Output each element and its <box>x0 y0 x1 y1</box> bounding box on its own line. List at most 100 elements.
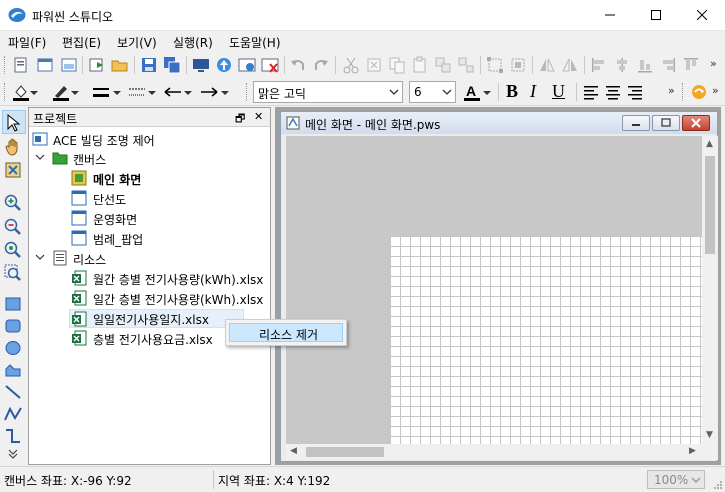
select-region-icon[interactable] <box>4 161 22 179</box>
chevron-down-icon[interactable] <box>35 152 45 162</box>
zoom-region-icon[interactable] <box>4 264 22 282</box>
tree-item-canvas[interactable]: 범례_팝업 <box>29 229 269 248</box>
vertical-scroll-thumb[interactable] <box>705 156 715 254</box>
menu-file[interactable]: 파일(F) <box>8 34 46 51</box>
group-icon[interactable] <box>434 56 452 74</box>
tree-item-resource-selected[interactable]: 일일전기사용일지.xlsx <box>69 309 244 328</box>
tree-item-canvas[interactable]: 단선도 <box>29 189 269 208</box>
doc-close-button[interactable] <box>682 115 710 131</box>
remove-resource-menu-item[interactable]: 리소스 제거 <box>229 323 343 342</box>
rectangle-tool-icon[interactable] <box>4 295 22 313</box>
polygon-tool-icon[interactable] <box>4 361 22 379</box>
scroll-right-icon[interactable]: ▶ <box>689 446 696 456</box>
connector-tool-icon[interactable] <box>4 427 22 445</box>
dropdown-arrow-icon[interactable] <box>148 83 156 101</box>
font-size-select[interactable]: 6 <box>409 81 456 103</box>
toolbar-overflow-icon[interactable]: » <box>668 84 675 97</box>
text-align-center-icon[interactable] <box>604 83 622 101</box>
line-width-icon[interactable] <box>92 83 110 101</box>
rounded-rect-tool-icon[interactable] <box>4 317 22 335</box>
text-align-right-icon[interactable] <box>626 83 644 101</box>
menu-run[interactable]: 실행(R) <box>173 34 213 51</box>
ellipse-tool-icon[interactable] <box>4 339 22 357</box>
horizontal-scroll-thumb[interactable] <box>306 447 384 457</box>
dropdown-arrow-icon[interactable] <box>221 83 229 101</box>
monitor-run-icon[interactable] <box>192 56 210 74</box>
pointer-tool-icon[interactable] <box>4 114 22 132</box>
zoom-in-icon[interactable] <box>4 194 22 212</box>
align-bottom-icon[interactable] <box>636 56 654 74</box>
align-center-icon[interactable] <box>613 56 631 74</box>
align-right-icon[interactable] <box>659 56 677 74</box>
panel-close-button[interactable]: ✕ <box>254 110 263 123</box>
copy-icon[interactable] <box>388 56 406 74</box>
toolbar-grip[interactable] <box>4 56 7 74</box>
line-tool-icon[interactable] <box>4 383 22 401</box>
toolbar-grip[interactable] <box>4 83 7 101</box>
vertical-scrollbar[interactable]: ▲ ▼ <box>702 136 718 444</box>
open-folder-icon[interactable] <box>111 56 129 74</box>
horizontal-scrollbar[interactable]: ◀ ▶ <box>286 444 702 460</box>
close-button[interactable] <box>679 0 725 30</box>
toolbar-grip[interactable] <box>246 83 249 101</box>
design-canvas[interactable] <box>286 136 702 444</box>
zoom-fit-icon[interactable] <box>4 241 22 259</box>
dropdown-arrow-icon[interactable] <box>30 83 38 101</box>
tree-item-canvas[interactable]: 메인 화면 <box>29 169 269 188</box>
tree-item-canvas[interactable]: 운영화면 <box>29 209 269 228</box>
panel-float-button[interactable]: 🗗 <box>235 110 245 129</box>
new-window-icon[interactable] <box>60 56 78 74</box>
hand-pan-icon[interactable] <box>4 138 22 156</box>
save-all-icon[interactable] <box>163 56 181 74</box>
delete-icon[interactable] <box>365 56 383 74</box>
flip-horizontal-icon[interactable] <box>538 56 556 74</box>
save-icon[interactable] <box>140 56 158 74</box>
dropdown-arrow-icon[interactable] <box>483 83 491 101</box>
new-project-icon[interactable] <box>12 56 30 74</box>
font-name-select[interactable]: 맑은 고딕 <box>253 81 403 103</box>
tree-group-resources[interactable]: 리소스 <box>29 249 269 268</box>
dropdown-arrow-icon[interactable] <box>113 83 121 101</box>
tree-item-resource[interactable]: 월간 층별 전기사용량(kWh).xlsx <box>29 269 269 288</box>
settings-screen-icon[interactable] <box>238 56 256 74</box>
cut-icon[interactable] <box>342 56 360 74</box>
more-tools-chevron-icon[interactable] <box>4 448 22 460</box>
polyline-tool-icon[interactable] <box>4 405 22 423</box>
tree-root[interactable]: ACE 빌딩 조명 제어 <box>29 130 269 149</box>
toolbar-grip[interactable] <box>682 83 685 101</box>
dropdown-arrow-icon[interactable] <box>184 83 192 101</box>
minimize-button[interactable] <box>587 0 633 30</box>
flip-vertical-icon[interactable] <box>561 56 579 74</box>
dropdown-arrow-icon[interactable] <box>71 83 79 101</box>
arrow-start-icon[interactable] <box>164 83 182 101</box>
line-color-icon[interactable] <box>52 83 70 101</box>
menu-help[interactable]: 도움말(H) <box>229 34 281 51</box>
scroll-down-icon[interactable]: ▼ <box>706 430 713 440</box>
scroll-up-icon[interactable]: ▲ <box>706 139 713 149</box>
align-left-icon[interactable] <box>590 56 608 74</box>
scroll-left-icon[interactable]: ◀ <box>290 446 297 456</box>
arrow-end-icon[interactable] <box>200 83 218 101</box>
bold-button[interactable]: B <box>506 81 524 101</box>
paste-icon[interactable] <box>411 56 429 74</box>
document-title-bar[interactable]: 메인 화면 - 메인 화면.pws <box>281 112 717 134</box>
select-frame-icon[interactable] <box>486 56 504 74</box>
resize-grip-icon[interactable] <box>713 480 723 490</box>
doc-restore-button[interactable] <box>652 115 680 131</box>
maximize-button[interactable] <box>633 0 679 30</box>
menu-edit[interactable]: 편집(E) <box>62 34 101 51</box>
refresh-icon[interactable] <box>690 83 708 101</box>
tree-group-canvas[interactable]: 캔버스 <box>29 149 269 168</box>
canvas-grid[interactable] <box>390 236 702 444</box>
upload-icon[interactable] <box>215 56 233 74</box>
fill-color-icon[interactable] <box>12 83 30 101</box>
toolbar-overflow-icon[interactable]: » <box>710 57 717 70</box>
redo-icon[interactable] <box>312 56 330 74</box>
select-all-icon[interactable] <box>509 56 527 74</box>
line-style-icon[interactable] <box>128 83 146 101</box>
underline-button[interactable]: U <box>552 81 570 101</box>
ungroup-icon[interactable] <box>457 56 475 74</box>
font-color-icon[interactable]: A <box>463 83 481 101</box>
import-icon[interactable] <box>88 56 106 74</box>
delete-screen-icon[interactable] <box>261 56 279 74</box>
